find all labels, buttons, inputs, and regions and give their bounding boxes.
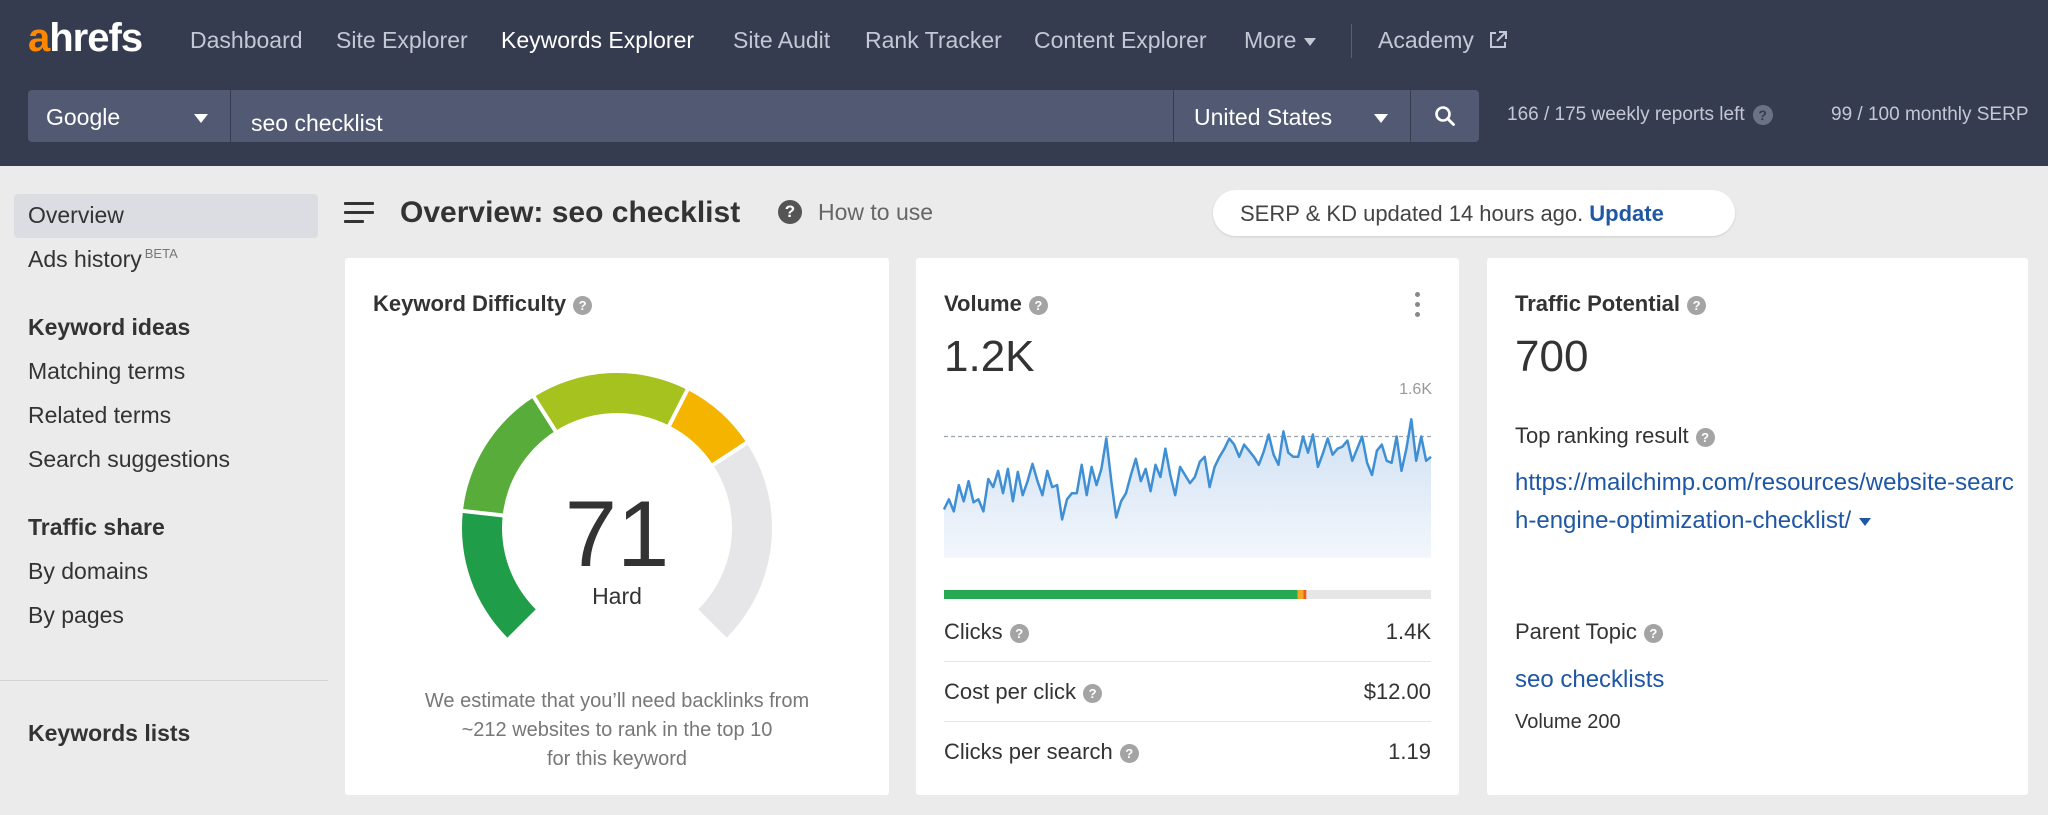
volume-trend-chart — [942, 418, 1432, 599]
help-icon[interactable]: ? — [1083, 684, 1103, 703]
parent-topic-volume: Volume 200 — [1515, 711, 1621, 733]
chevron-down-icon — [1374, 114, 1388, 123]
weekly-reports-quota: 166 / 175 weekly reports left? — [1507, 104, 1773, 126]
clicks-per-search-label: Clicks per search? — [944, 739, 1139, 765]
search-bar: Google United States 166 / 175 weekly re… — [0, 86, 2048, 166]
help-icon[interactable]: ? — [1752, 104, 1773, 125]
sidebar-heading-keyword-ideas: Keyword ideas — [28, 314, 191, 340]
chevron-down-icon — [1304, 37, 1317, 46]
clicks-value: 1.4K — [1385, 619, 1431, 644]
sidebar-item-search-suggestions[interactable]: Search suggestions — [28, 446, 230, 473]
keyword-search-input[interactable] — [231, 90, 1173, 142]
sidebar: Overview Ads history BETA Keyword ideas M… — [0, 166, 328, 815]
chevron-down-icon[interactable] — [1859, 517, 1872, 526]
nav-more[interactable]: More — [1244, 27, 1317, 54]
help-icon[interactable]: ? — [1119, 744, 1139, 763]
sidebar-item-matching-terms[interactable]: Matching terms — [28, 358, 185, 385]
parent-topic-link[interactable]: seo checklists — [1515, 661, 2025, 699]
nav-rank-tracker[interactable]: Rank Tracker — [865, 27, 1002, 54]
parent-topic-label: Parent Topic? — [1515, 619, 1663, 645]
nav-keywords-explorer[interactable]: Keywords Explorer — [501, 27, 694, 54]
help-icon[interactable]: ? — [778, 200, 802, 224]
top-ranking-result-label: Top ranking result? — [1515, 423, 1715, 449]
top-navigation: ahrefs Dashboard Site Explorer Keywords … — [0, 0, 2048, 86]
ahrefs-logo[interactable]: ahrefs — [28, 16, 143, 61]
sidebar-divider — [0, 680, 328, 681]
page-title: Overview: seo checklist — [400, 196, 741, 229]
keyword-difficulty-card: Keyword Difficulty? 71 Hard We estimate … — [345, 258, 889, 795]
sidebar-heading-traffic-share: Traffic share — [28, 514, 165, 540]
sidebar-item-by-domains[interactable]: By domains — [28, 558, 148, 585]
volume-card: Volume? 1.2K 1.6K Clicks? 1.4K Cost per … — [916, 258, 1459, 795]
chevron-down-icon — [194, 114, 208, 123]
cpc-value: $12.00 — [1363, 679, 1431, 704]
traffic-potential-card: Traffic Potential? 700 Top ranking resul… — [1487, 258, 2028, 795]
sidebar-item-keywords-lists[interactable]: Keywords lists — [28, 720, 190, 747]
top-ranking-result-link[interactable]: https://mailchimp.com/resources/website-… — [1515, 464, 2025, 540]
nav-academy[interactable]: Academy — [1378, 27, 1508, 54]
kd-score: 71 — [564, 481, 670, 586]
kd-gauge-segment — [533, 373, 688, 431]
sidebar-item-overview[interactable]: Overview — [28, 202, 124, 229]
search-engine-select[interactable]: Google — [28, 90, 230, 142]
clicks-label: Clicks? — [944, 619, 1029, 645]
nav-dashboard[interactable]: Dashboard — [190, 27, 303, 54]
traffic-card-title: Traffic Potential? — [1515, 291, 1707, 317]
clicks-share-organic — [944, 590, 1298, 599]
volume-area — [944, 419, 1431, 558]
kd-description: We estimate that you’ll need backlinks f… — [424, 690, 810, 770]
monthly-serp-quota: 99 / 100 monthly SERP — [1831, 104, 2029, 125]
help-icon[interactable]: ? — [1009, 624, 1029, 643]
help-icon[interactable]: ? — [1695, 428, 1715, 447]
how-to-use-link[interactable]: How to use — [818, 199, 933, 226]
sidebar-item-ads-history[interactable]: Ads history BETA — [28, 246, 178, 273]
metric-divider — [944, 661, 1431, 662]
nav-divider — [1351, 24, 1352, 58]
nav-content-explorer[interactable]: Content Explorer — [1034, 27, 1207, 54]
clicks-share-paid — [1297, 590, 1304, 599]
search-icon — [1435, 106, 1455, 126]
external-link-icon — [1490, 31, 1508, 48]
kd-difficulty-label: Hard — [592, 583, 642, 609]
serp-update-status: SERP & KD updated 14 hours ago. Update — [1213, 190, 1735, 236]
clicks-per-search-value: 1.19 — [1388, 739, 1431, 764]
traffic-potential-value: 700 — [1515, 332, 1589, 381]
country-select[interactable]: United States — [1174, 90, 1410, 142]
search-button[interactable] — [1411, 90, 1479, 142]
nav-site-audit[interactable]: Site Audit — [733, 27, 830, 54]
update-link[interactable]: Update — [1589, 201, 1664, 226]
hamburger-menu-icon[interactable] — [344, 202, 374, 224]
help-icon[interactable]: ? — [1643, 624, 1663, 643]
help-icon[interactable]: ? — [1687, 296, 1707, 315]
clicks-share-other — [1303, 590, 1307, 599]
cpc-label: Cost per click? — [944, 679, 1103, 705]
beta-badge: BETA — [144, 246, 178, 262]
metric-divider — [944, 721, 1431, 722]
sidebar-item-by-pages[interactable]: By pages — [28, 602, 124, 629]
sidebar-item-related-terms[interactable]: Related terms — [28, 402, 171, 429]
nav-site-explorer[interactable]: Site Explorer — [336, 27, 468, 54]
